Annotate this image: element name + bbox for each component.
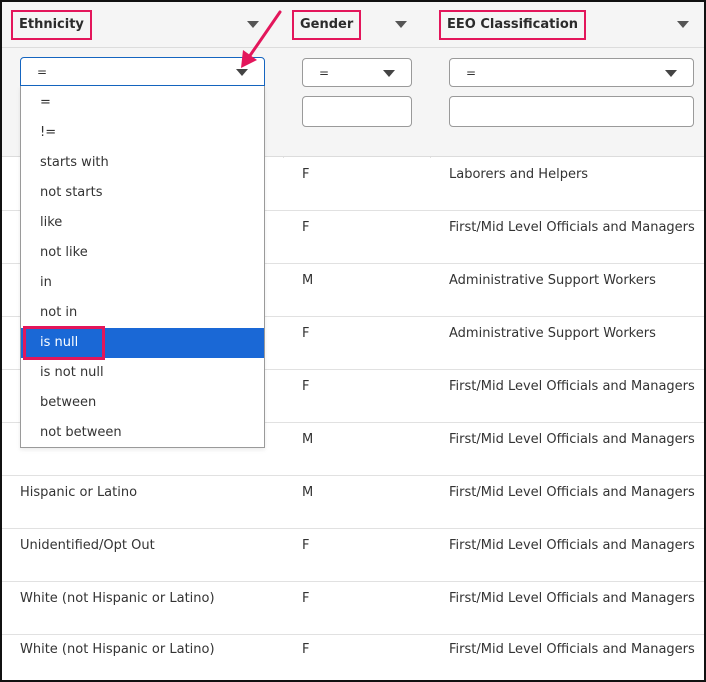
cell-gender: F: [302, 642, 310, 657]
cell-eeo: Laborers and Helpers: [449, 167, 589, 182]
operator-option[interactable]: not in: [21, 298, 264, 328]
operator-option[interactable]: is not null: [21, 358, 264, 388]
cell-eeo: First/Mid Level Officials and Managers: [449, 642, 695, 657]
operator-option[interactable]: =: [21, 88, 264, 118]
operator-option[interactable]: !=: [21, 118, 264, 148]
column-header-ethnicity[interactable]: Ethnicity: [2, 2, 283, 48]
cell-eeo: Administrative Support Workers: [449, 273, 656, 288]
column-title-eeo: EEO Classification: [439, 10, 587, 40]
operator-option[interactable]: not starts: [21, 178, 264, 208]
cell-eeo: First/Mid Level Officials and Managers: [449, 485, 695, 500]
cell-ethnicity: Unidentified/Opt Out: [20, 538, 155, 553]
cell-gender: F: [302, 379, 310, 394]
operator-dropdown-list: = != starts with not starts like not lik…: [20, 86, 265, 448]
cell-gender: F: [302, 326, 310, 341]
table-row[interactable]: White (not Hispanic or Latino) F First/M…: [2, 635, 704, 680]
operator-option[interactable]: not like: [21, 238, 264, 268]
table-row[interactable]: Unidentified/Opt Out F First/Mid Level O…: [2, 529, 704, 582]
chevron-down-icon: [383, 70, 395, 77]
operator-option[interactable]: starts with: [21, 148, 264, 178]
column-title-gender: Gender: [292, 10, 362, 40]
eeo-operator-select[interactable]: =: [449, 58, 694, 87]
chevron-down-icon: [236, 69, 248, 76]
cell-eeo: First/Mid Level Officials and Managers: [449, 379, 695, 394]
eeo-filter-input[interactable]: [449, 96, 694, 127]
column-header-eeo[interactable]: EEO Classification: [431, 2, 704, 48]
operator-option[interactable]: in: [21, 268, 264, 298]
cell-ethnicity: Hispanic or Latino: [20, 485, 138, 500]
cell-gender: M: [302, 432, 314, 447]
cell-gender: M: [302, 273, 314, 288]
cell-gender: M: [302, 485, 314, 500]
operator-option[interactable]: between: [21, 388, 264, 418]
ethnicity-operator-value: =: [37, 65, 48, 79]
gender-operator-value: =: [319, 66, 330, 80]
cell-ethnicity: White (not Hispanic or Latino): [20, 591, 215, 606]
operator-option-selected[interactable]: is null: [21, 326, 264, 360]
column-menu-chevron-down-icon[interactable]: [395, 21, 407, 28]
cell-eeo: First/Mid Level Officials and Managers: [449, 538, 695, 553]
cell-eeo: First/Mid Level Officials and Managers: [449, 432, 695, 447]
column-header-gender[interactable]: Gender: [284, 2, 430, 48]
eeo-operator-value: =: [466, 66, 477, 80]
cell-ethnicity: White (not Hispanic or Latino): [20, 642, 215, 657]
column-menu-chevron-down-icon[interactable]: [677, 21, 689, 28]
chevron-down-icon: [665, 70, 677, 77]
grid-header: Ethnicity Gender EEO Classification: [2, 2, 704, 48]
ethnicity-operator-select[interactable]: =: [20, 57, 265, 86]
column-title-ethnicity: Ethnicity: [11, 10, 92, 40]
table-row[interactable]: Hispanic or Latino M First/Mid Level Off…: [2, 476, 704, 529]
cell-gender: F: [302, 591, 310, 606]
gender-operator-select[interactable]: =: [302, 58, 412, 87]
operator-option[interactable]: not between: [21, 418, 264, 448]
cell-gender: F: [302, 538, 310, 553]
cell-eeo: First/Mid Level Officials and Managers: [449, 220, 695, 235]
column-menu-chevron-down-icon[interactable]: [247, 21, 259, 28]
cell-gender: F: [302, 167, 310, 182]
table-row[interactable]: White (not Hispanic or Latino) F First/M…: [2, 582, 704, 635]
operator-option[interactable]: like: [21, 208, 264, 238]
gender-filter-input[interactable]: [302, 96, 412, 127]
cell-gender: F: [302, 220, 310, 235]
cell-eeo: First/Mid Level Officials and Managers: [449, 591, 695, 606]
cell-eeo: Administrative Support Workers: [449, 326, 656, 341]
data-grid: Ethnicity Gender EEO Classification = = …: [0, 0, 706, 682]
